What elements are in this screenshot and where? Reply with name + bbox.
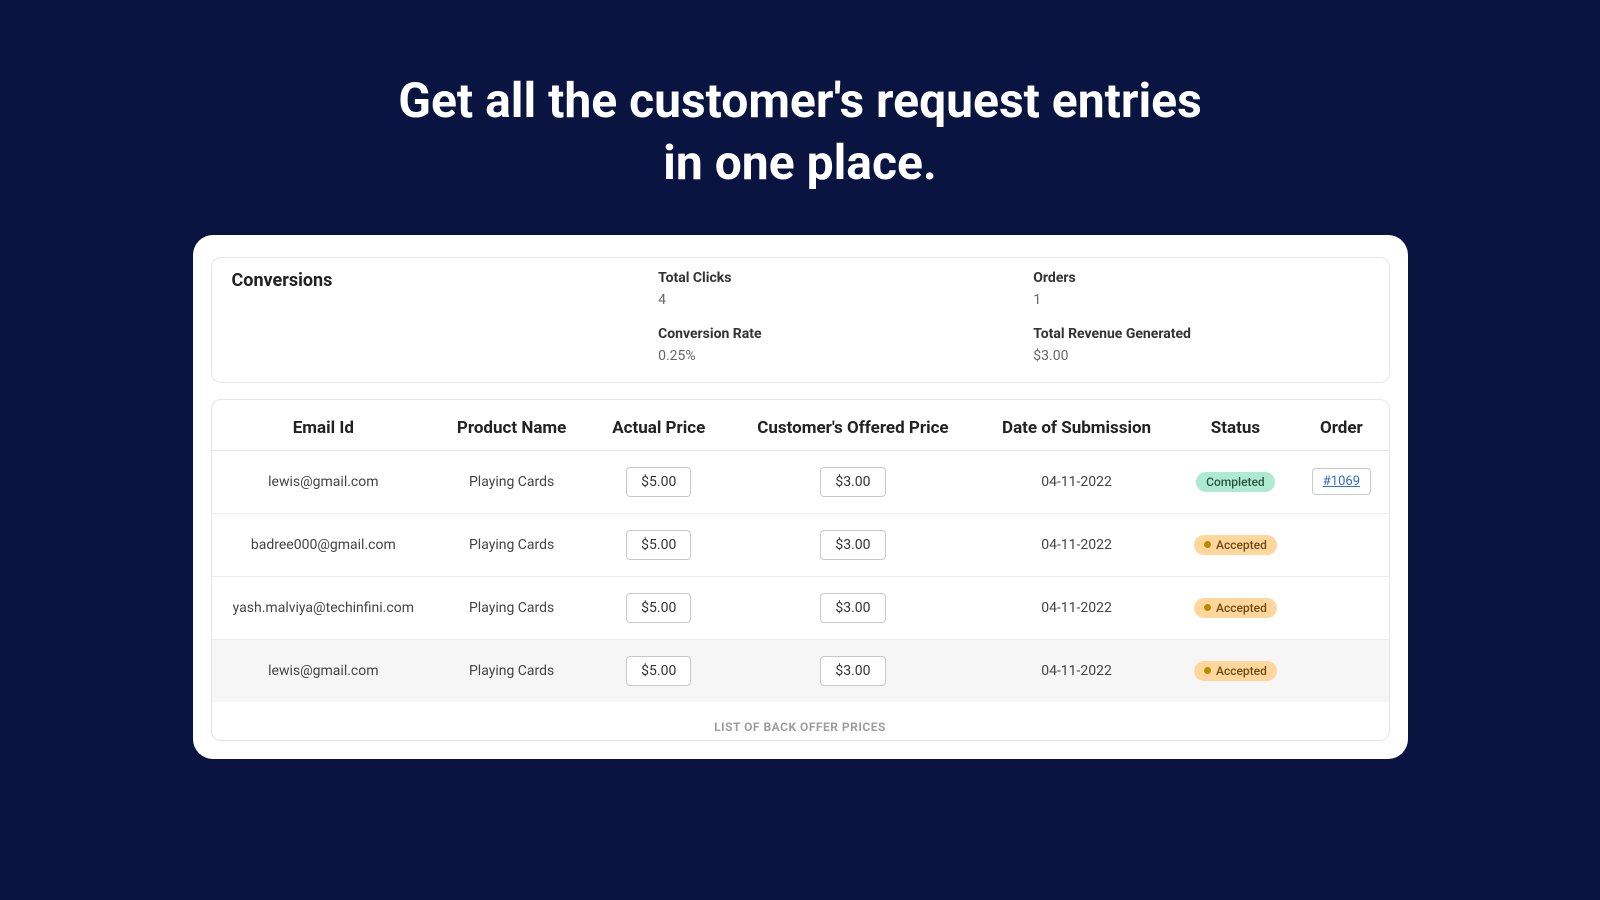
table-row: badree000@gmail.comPlaying Cards $5.00 $3.… [212, 513, 1389, 576]
actual-price-input[interactable]: $5.00 [626, 530, 691, 560]
header-offered: Customer's Offered Price [729, 400, 976, 451]
offered-price-input[interactable]: $3.00 [820, 530, 885, 560]
header-status: Status [1177, 400, 1295, 451]
status-badge-text: Accepted [1216, 664, 1267, 678]
actual-price-input[interactable]: $5.00 [626, 656, 691, 686]
actual-price-input-cell: $5.00 [588, 513, 729, 576]
status-badge-accepted: Accepted [1194, 598, 1277, 618]
offered-price-input[interactable]: $3.00 [820, 656, 885, 686]
header-product: Product Name [435, 400, 588, 451]
offered-price-input-cell: $3.00 [729, 576, 976, 639]
table-header-row: Email Id Product Name Actual Price Custo… [212, 400, 1389, 451]
cell-status: Accepted [1177, 513, 1295, 576]
header-order: Order [1294, 400, 1388, 451]
status-badge-accepted: Accepted [1194, 535, 1277, 555]
cell-product: Playing Cards [435, 450, 588, 513]
cell-email: lewis@gmail.com [212, 639, 436, 702]
offered-price-input[interactable]: $3.00 [820, 593, 885, 623]
stat-conversion-rate: Conversion Rate 0.25% [658, 326, 993, 364]
status-badge-completed: Completed [1196, 472, 1275, 492]
status-dot-icon [1204, 541, 1211, 548]
status-badge-accepted: Accepted [1194, 661, 1277, 681]
table-footer-caption: LIST OF BACK OFFER PRICES [212, 702, 1389, 740]
header-date: Date of Submission [977, 400, 1177, 451]
actual-price-input[interactable]: $5.00 [626, 593, 691, 623]
cell-email: yash.malviya@techinfini.com [212, 576, 436, 639]
actual-price-input-cell: $5.00 [588, 639, 729, 702]
cell-product: Playing Cards [435, 513, 588, 576]
cell-order [1294, 576, 1388, 639]
cell-date: 04-11-2022 [977, 639, 1177, 702]
stat-value: $3.00 [1033, 348, 1368, 364]
stat-label: Total Clicks [658, 270, 993, 286]
cell-email: lewis@gmail.com [212, 450, 436, 513]
stat-label: Total Revenue Generated [1033, 326, 1368, 342]
dashboard-card: Conversions Total Clicks 4 Orders 1 Conv… [193, 235, 1408, 759]
offered-price-input-cell: $3.00 [729, 639, 976, 702]
offered-price-input-cell: $3.00 [729, 450, 976, 513]
cell-status: Accepted [1177, 639, 1295, 702]
offered-price-input[interactable]: $3.00 [820, 467, 885, 497]
status-badge-text: Accepted [1216, 601, 1267, 615]
cell-order [1294, 639, 1388, 702]
cell-status: Accepted [1177, 576, 1295, 639]
stat-total-revenue: Total Revenue Generated $3.00 [1033, 326, 1368, 364]
stat-value: 0.25% [658, 348, 993, 364]
offered-price-input-cell: $3.00 [729, 513, 976, 576]
cell-order: #1069 [1294, 450, 1388, 513]
stat-label: Orders [1033, 270, 1368, 286]
cell-date: 04-11-2022 [977, 576, 1177, 639]
order-link[interactable]: #1069 [1312, 468, 1371, 495]
hero-heading: Get all the customer's request entries i… [0, 0, 1600, 235]
offers-table-panel: Email Id Product Name Actual Price Custo… [211, 399, 1390, 741]
cell-product: Playing Cards [435, 639, 588, 702]
cell-date: 04-11-2022 [977, 450, 1177, 513]
cell-date: 04-11-2022 [977, 513, 1177, 576]
cell-product: Playing Cards [435, 576, 588, 639]
cell-email: badree000@gmail.com [212, 513, 436, 576]
stat-value: 1 [1033, 292, 1368, 308]
actual-price-input-cell: $5.00 [588, 576, 729, 639]
header-actual: Actual Price [588, 400, 729, 451]
status-dot-icon [1204, 604, 1211, 611]
stats-panel: Conversions Total Clicks 4 Orders 1 Conv… [211, 257, 1390, 383]
cell-order [1294, 513, 1388, 576]
offers-table: Email Id Product Name Actual Price Custo… [212, 400, 1389, 702]
stat-label: Conversion Rate [658, 326, 993, 342]
status-badge-text: Accepted [1216, 538, 1267, 552]
stat-value: 4 [658, 292, 993, 308]
header-email: Email Id [212, 400, 436, 451]
cell-status: Completed [1177, 450, 1295, 513]
table-row: lewis@gmail.comPlaying Cards $5.00 $3.00 04… [212, 639, 1389, 702]
table-row: yash.malviya@techinfini.comPlaying Cards… [212, 576, 1389, 639]
hero-line-1: Get all the customer's request entries [0, 70, 1600, 132]
actual-price-input[interactable]: $5.00 [626, 467, 691, 497]
stat-total-clicks: Total Clicks 4 [658, 270, 993, 308]
actual-price-input-cell: $5.00 [588, 450, 729, 513]
status-dot-icon [1204, 667, 1211, 674]
stats-title: Conversions [232, 270, 619, 291]
table-row: lewis@gmail.comPlaying Cards $5.00 $3.00 04… [212, 450, 1389, 513]
hero-line-2: in one place. [0, 132, 1600, 194]
stat-orders: Orders 1 [1033, 270, 1368, 308]
